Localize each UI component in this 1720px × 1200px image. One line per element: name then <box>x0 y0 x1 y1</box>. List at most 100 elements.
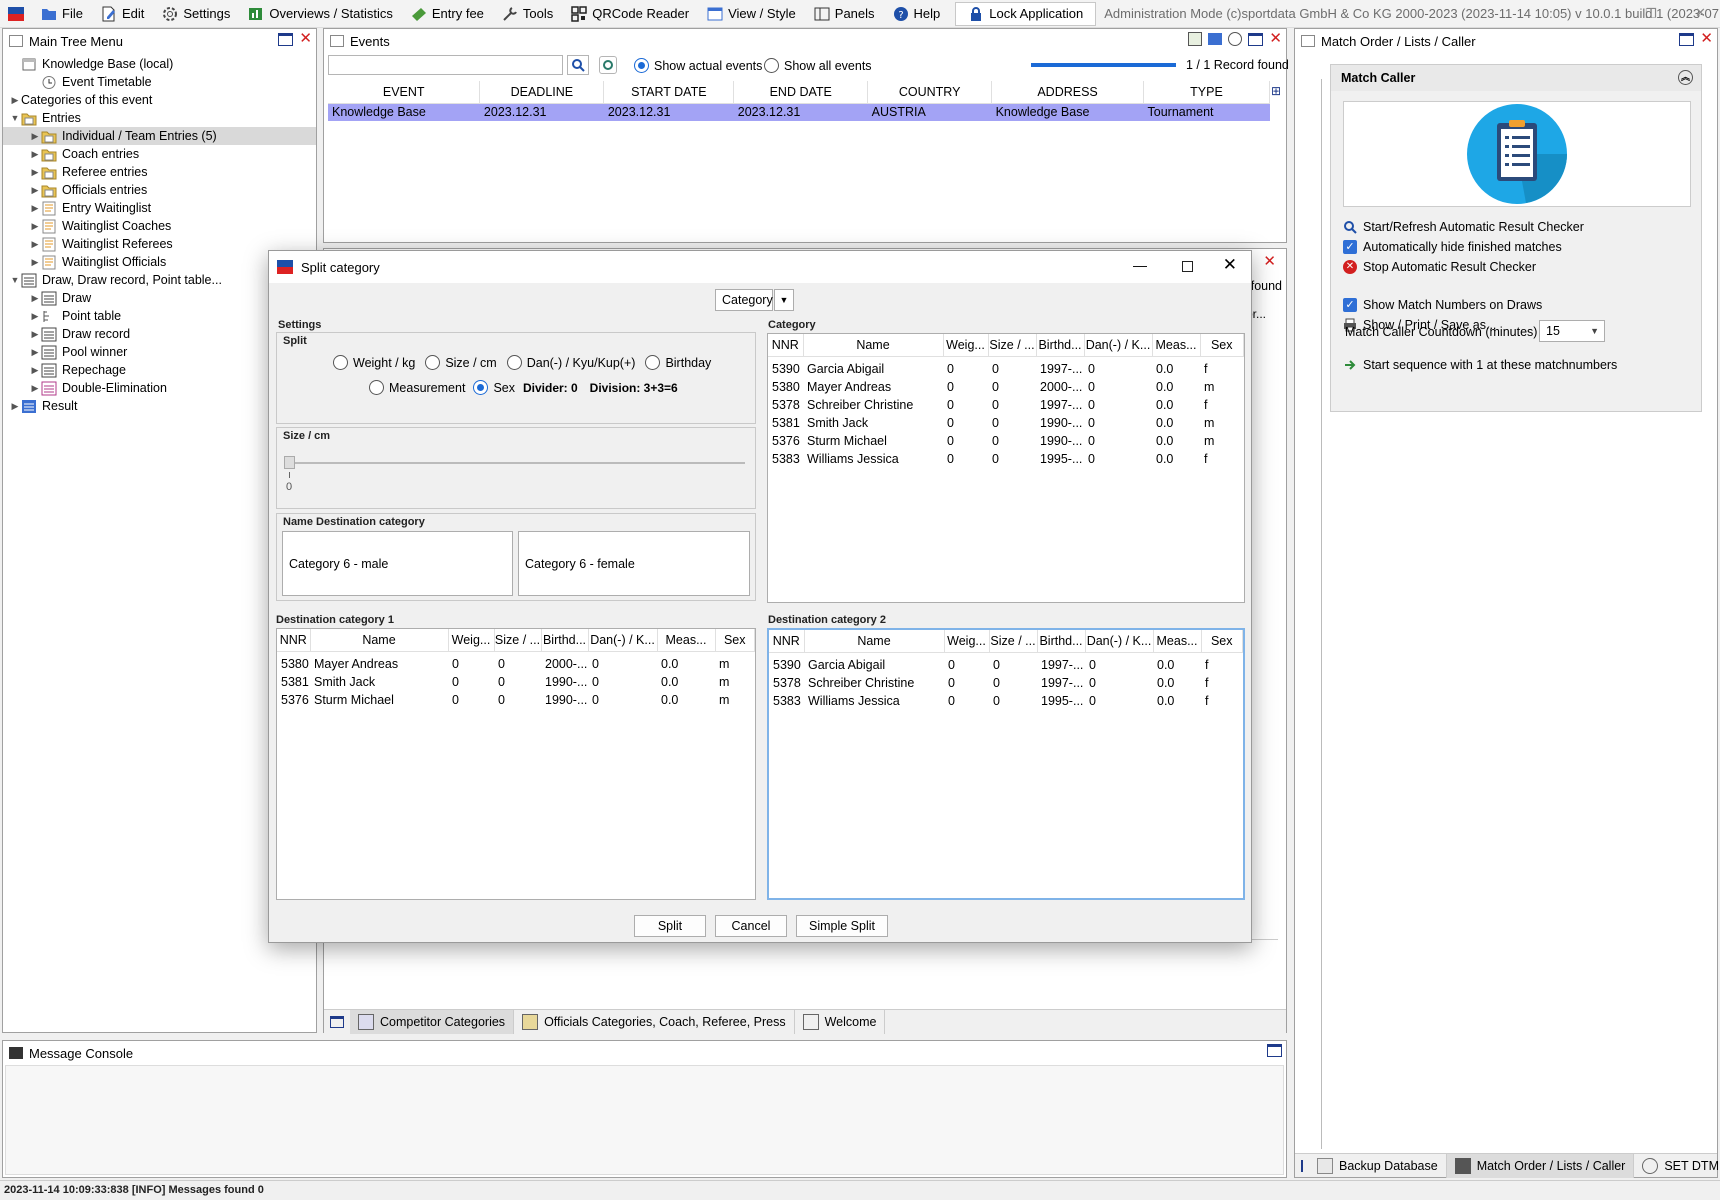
expand-right-icon[interactable]: ▶ <box>29 347 41 358</box>
column-header[interactable]: Meas... <box>1153 630 1202 653</box>
refresh-icon[interactable] <box>1228 32 1243 46</box>
column-header[interactable]: Sex <box>1201 630 1243 653</box>
expand-right-icon[interactable]: ▶ <box>29 311 41 322</box>
tab-set-dtm[interactable]: SET DTM <box>1634 1154 1720 1178</box>
option-dan-radio[interactable]: Dan(-) / Kyu/Kup(+) <box>506 355 635 370</box>
column-header[interactable]: DEADLINE <box>479 81 605 104</box>
column-header[interactable]: Sex <box>715 629 755 652</box>
show-actual-events-radio[interactable]: Show actual events <box>634 58 762 73</box>
table-row[interactable]: 5383 Williams Jessica 0 0 1995-... 0 0.0 f <box>769 692 1243 710</box>
column-header[interactable]: Name <box>804 630 945 653</box>
expand-down-icon[interactable]: ▼ <box>9 113 21 123</box>
expand-right-icon[interactable]: ▶ <box>29 329 41 340</box>
option-sex-radio[interactable]: Sex <box>473 380 515 395</box>
column-header[interactable]: NNR <box>277 629 311 652</box>
column-header[interactable]: NNR <box>769 630 805 653</box>
column-header[interactable]: Size / ... <box>989 630 1038 653</box>
column-header[interactable]: Dan(-) / K... <box>588 629 658 652</box>
split-button[interactable]: Split <box>634 915 706 937</box>
expand-right-icon[interactable]: ▶ <box>9 95 21 106</box>
maximize-icon[interactable] <box>1182 261 1193 272</box>
option-size-radio[interactable]: Size / cm <box>425 355 497 370</box>
expand-right-icon[interactable]: ▶ <box>29 167 41 178</box>
expand-down-icon[interactable]: ▼ <box>9 275 21 285</box>
expand-right-icon[interactable]: ▶ <box>29 383 41 394</box>
lock-application-button[interactable]: Lock Application <box>955 1 1097 26</box>
maximize-icon[interactable] <box>1248 32 1264 46</box>
tree-item[interactable]: Knowledge Base (local) <box>3 55 316 73</box>
category-select[interactable]: Category 6 <box>715 289 783 311</box>
table-row[interactable]: 5376 Sturm Michael 0 0 1990-... 0 0.0 m <box>768 432 1244 450</box>
expand-right-icon[interactable]: ▶ <box>29 203 41 214</box>
category-dropdown-button[interactable]: ▼ <box>774 289 794 311</box>
cancel-button[interactable]: Cancel <box>715 915 787 937</box>
stop-result-checker-action[interactable]: ✕ Stop Automatic Result Checker <box>1343 257 1693 277</box>
column-header[interactable]: Meas... <box>657 629 716 652</box>
menu-file[interactable]: File <box>32 0 92 28</box>
folder-icon[interactable] <box>1208 33 1223 45</box>
column-header[interactable]: START DATE <box>603 81 735 104</box>
column-header[interactable]: Weig... <box>448 629 495 652</box>
table-row[interactable]: 5378 Schreiber Christine 0 0 1997-... 0 0.0 f <box>768 396 1244 414</box>
menu-entry-fee[interactable]: Entry fee <box>402 0 493 28</box>
slider-thumb[interactable] <box>284 456 295 469</box>
menu-qrcode[interactable]: QRCode Reader <box>562 0 698 28</box>
maximize-icon[interactable] <box>1267 1044 1282 1057</box>
tab-match-order[interactable]: Match Order / Lists / Caller <box>1446 1153 1635 1178</box>
tree-item[interactable]: ▶ Individual / Team Entries (5) <box>3 127 316 145</box>
table-row[interactable]: 5380 Mayer Andreas 0 0 2000-... 0 0.0 m <box>277 655 755 673</box>
table-row[interactable]: 5390 Garcia Abigail 0 0 1997-... 0 0.0 f <box>769 656 1243 674</box>
window-restore-icon[interactable]: ❐ <box>1645 6 1657 22</box>
tree-item[interactable]: ▼ Entries <box>3 109 316 127</box>
close-icon[interactable]: ✕ <box>1700 31 1713 46</box>
tree-item[interactable]: ▶ Referee entries <box>3 163 316 181</box>
table-row[interactable]: 5383 Williams Jessica 0 0 1995-... 0 0.0 f <box>768 450 1244 468</box>
start-sequence-action[interactable]: Start sequence with 1 at these matchnumb… <box>1343 355 1617 375</box>
events-search-input[interactable] <box>328 55 563 75</box>
column-header[interactable]: ADDRESS <box>991 81 1145 104</box>
tab-officials-categories[interactable]: Officials Categories, Coach, Referee, Pr… <box>514 1009 795 1034</box>
column-header[interactable]: Birthd... <box>1036 334 1085 357</box>
column-header[interactable]: COUNTRY <box>867 81 993 104</box>
menu-edit[interactable]: Edit <box>92 0 153 28</box>
start-result-checker-action[interactable]: Start/Refresh Automatic Result Checker <box>1343 217 1693 237</box>
option-weight-radio[interactable]: Weight / kg <box>333 355 415 370</box>
expand-right-icon[interactable]: ▶ <box>29 149 41 160</box>
column-header[interactable]: Name <box>310 629 449 652</box>
export-icon[interactable] <box>1188 32 1203 46</box>
column-header[interactable]: Size / ... <box>988 334 1037 357</box>
expand-right-icon[interactable]: ▶ <box>29 365 41 376</box>
destination-name-2-input[interactable]: Category 6 - female <box>518 531 750 596</box>
column-header[interactable]: NNR <box>768 334 804 357</box>
column-header[interactable]: Birthd... <box>1037 630 1086 653</box>
column-header[interactable]: Sex <box>1200 334 1244 357</box>
table-row[interactable]: 5376 Sturm Michael 0 0 1990-... 0 0.0 m <box>277 691 755 709</box>
column-header[interactable]: Weig... <box>943 334 989 357</box>
simple-split-button[interactable]: Simple Split <box>796 915 888 937</box>
show-match-numbers-checkbox[interactable]: ✓ Show Match Numbers on Draws <box>1343 295 1693 315</box>
column-header[interactable]: Dan(-) / K... <box>1085 630 1154 653</box>
destination-name-1-input[interactable]: Category 6 - male <box>282 531 513 596</box>
expand-right-icon[interactable]: ▶ <box>29 293 41 304</box>
menu-tools[interactable]: Tools <box>493 0 562 28</box>
tree-item[interactable]: ▶ Coach entries <box>3 145 316 163</box>
expand-right-icon[interactable]: ▶ <box>29 185 41 196</box>
table-row[interactable]: 5381 Smith Jack 0 0 1990-... 0 0.0 m <box>277 673 755 691</box>
close-icon[interactable]: ✕ <box>1263 254 1276 269</box>
column-header[interactable]: Meas... <box>1152 334 1201 357</box>
close-icon[interactable]: ✕ <box>1269 31 1282 46</box>
maximize-icon[interactable] <box>1679 32 1695 46</box>
sync-button[interactable] <box>599 56 617 74</box>
show-all-events-radio[interactable]: Show all events <box>764 58 872 73</box>
option-measurement-radio[interactable]: Measurement <box>369 380 465 395</box>
expand-right-icon[interactable]: ▶ <box>29 239 41 250</box>
expand-right-icon[interactable]: ▶ <box>29 131 41 142</box>
maximize-icon[interactable] <box>278 32 294 46</box>
table-row[interactable]: 5380 Mayer Andreas 0 0 2000-... 0 0.0 m <box>768 378 1244 396</box>
column-header[interactable]: Dan(-) / K... <box>1084 334 1153 357</box>
tree-item[interactable]: ▶ Categories of this event <box>3 91 316 109</box>
tree-item[interactable]: ▶ Officials entries <box>3 181 316 199</box>
window-close-icon[interactable]: ✕ <box>1695 5 1706 21</box>
close-icon[interactable]: ✕ <box>1223 255 1237 275</box>
column-header[interactable]: TYPE <box>1143 81 1270 104</box>
